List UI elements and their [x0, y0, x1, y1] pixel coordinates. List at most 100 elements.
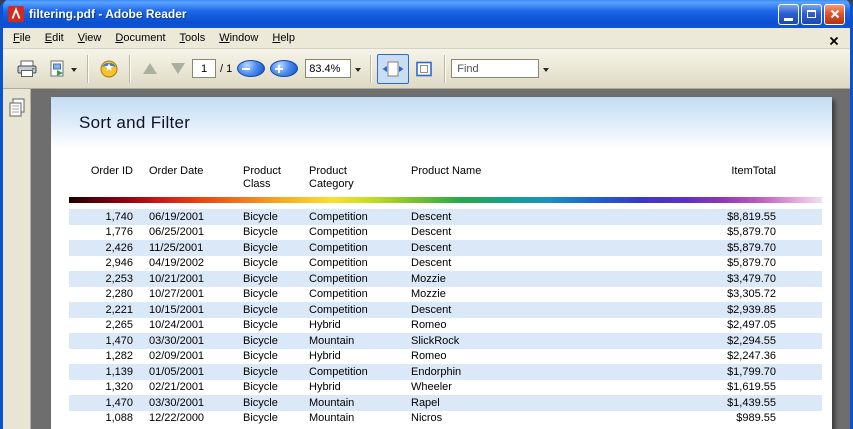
zoom-out-button[interactable]	[237, 60, 266, 77]
search-web-button[interactable]	[94, 54, 124, 84]
table-cell: Competition	[309, 272, 368, 285]
table-cell: Competition	[309, 365, 368, 378]
close-icon	[830, 9, 839, 19]
table-row: 2,946 04/19/2002 Bicycle Competition Descent…	[69, 256, 822, 272]
table-cell: $8,819.55	[727, 210, 776, 223]
table-cell: 2,253	[105, 272, 133, 285]
menu-tools[interactable]: Tools	[173, 29, 213, 47]
table-cell: $1,799.70	[727, 365, 776, 378]
zoom-dropdown-button[interactable]	[351, 54, 365, 84]
hide-menubar-icon[interactable]	[829, 33, 839, 46]
page-number-input[interactable]	[192, 59, 216, 78]
table-cell: $3,479.70	[727, 272, 776, 285]
table-cell: Competition	[309, 303, 368, 316]
table-cell: 1,470	[105, 396, 133, 409]
export-dropdown-icon	[71, 67, 77, 72]
restore-button[interactable]	[801, 3, 822, 25]
previous-page-icon	[143, 63, 157, 74]
column-header: Order Date	[149, 165, 204, 177]
table-cell: $2,497.05	[727, 319, 776, 332]
table-cell: $2,247.36	[727, 350, 776, 363]
table-cell: Mountain	[309, 412, 355, 425]
table-cell: 03/30/2001	[149, 334, 205, 347]
pages-panel-icon[interactable]	[8, 98, 26, 123]
table-cell: Wheeler	[411, 381, 452, 394]
table-cell: Descent	[411, 210, 452, 223]
table-cell: $5,879.70	[727, 226, 776, 239]
table-row: 1,776 06/25/2001 Bicycle Competition Descent…	[69, 225, 822, 241]
minimize-button[interactable]	[778, 3, 799, 25]
table-cell: 2,221	[105, 303, 133, 316]
table-cell: Descent	[411, 226, 452, 239]
table-cell: 01/05/2001	[149, 365, 205, 378]
toolbar: / 1	[3, 49, 850, 89]
menu-document[interactable]: Document	[108, 29, 172, 47]
table-cell: 04/19/2002	[149, 257, 205, 270]
zoom-in-button[interactable]	[270, 60, 299, 77]
table-row: 2,280 10/27/2001 Bicycle Competition Mozzie $…	[69, 287, 822, 303]
minimize-icon	[784, 17, 793, 21]
table-header-row: Order ID Order Date Product Class Produc…	[69, 165, 822, 193]
print-button[interactable]	[11, 54, 43, 84]
table-cell: Competition	[309, 226, 368, 239]
table-cell: Bicycle	[243, 319, 278, 332]
table-cell: 10/15/2001	[149, 303, 205, 316]
table-cell: 2,426	[105, 241, 133, 254]
table-cell: 06/25/2001	[149, 226, 205, 239]
chevron-down-icon	[355, 67, 362, 72]
toolbar-separator	[129, 54, 131, 83]
table-cell: $2,294.55	[727, 334, 776, 347]
table-row: 1,282 02/09/2001 Bicycle Hybrid Romeo $2,247.…	[69, 349, 822, 365]
table-cell: 12/22/2000	[149, 412, 205, 425]
table-cell: Bicycle	[243, 226, 278, 239]
globe-icon	[100, 60, 118, 77]
main-area: Sort and Filter Order ID Order Date Prod…	[3, 89, 850, 429]
table-cell: $1,439.55	[727, 396, 776, 409]
table-cell: 1,088	[105, 412, 133, 425]
find-dropdown-button[interactable]	[539, 54, 553, 84]
table-cell: Bicycle	[243, 350, 278, 363]
fit-page-icon	[416, 61, 433, 76]
fit-width-button[interactable]	[377, 53, 410, 84]
menu-help[interactable]: Help	[265, 29, 302, 47]
navigation-pane	[3, 89, 31, 429]
table-cell: Romeo	[411, 319, 447, 332]
previous-page-button[interactable]	[136, 54, 164, 84]
table-row: 1,470 03/30/2001 Bicycle Mountain SlickRock $…	[69, 333, 822, 349]
table-cell: 1,320	[105, 381, 133, 394]
report-header-band: Sort and Filter	[51, 97, 832, 149]
fit-page-button[interactable]	[409, 54, 439, 84]
window-title: filtering.pdf - Adobe Reader	[29, 7, 187, 21]
table-cell: $2,939.85	[727, 303, 776, 316]
table-cell: 1,282	[105, 350, 133, 363]
window-controls	[778, 3, 845, 25]
toolbar-separator	[87, 54, 89, 83]
menu-edit[interactable]: Edit	[38, 29, 71, 47]
table-row: 2,253 10/21/2001 Bicycle Competition Mozzie $…	[69, 271, 822, 287]
find-input[interactable]	[451, 59, 540, 78]
table-cell: Descent	[411, 303, 452, 316]
table-cell: $1,619.55	[727, 381, 776, 394]
minus-icon	[242, 68, 251, 70]
export-button[interactable]	[43, 54, 82, 84]
close-button[interactable]	[824, 3, 845, 25]
document-area[interactable]: Sort and Filter Order ID Order Date Prod…	[31, 89, 850, 429]
table-cell: Competition	[309, 257, 368, 270]
table-row: 2,265 10/24/2001 Bicycle Hybrid Romeo $2,497.…	[69, 318, 822, 334]
zoom-level-input[interactable]	[305, 59, 352, 78]
next-page-button[interactable]	[164, 54, 192, 84]
rainbow-divider	[69, 197, 822, 203]
menu-view[interactable]: View	[71, 29, 109, 47]
column-header: Order ID	[90, 165, 133, 177]
table-body: 1,740 06/19/2001 Bicycle Competition Descent…	[69, 209, 822, 426]
table-cell: 10/21/2001	[149, 272, 205, 285]
fit-width-icon	[382, 61, 404, 76]
menu-window[interactable]: Window	[212, 29, 265, 47]
table-cell: 11/25/2001	[149, 241, 204, 254]
title-bar[interactable]: filtering.pdf - Adobe Reader	[3, 0, 850, 28]
menu-file[interactable]: File	[6, 29, 38, 47]
table-cell: Bicycle	[243, 257, 278, 270]
table-cell: Mountain	[309, 334, 355, 347]
table-cell: Descent	[411, 241, 452, 254]
report-table: Order ID Order Date Product Class Produc…	[69, 165, 822, 426]
